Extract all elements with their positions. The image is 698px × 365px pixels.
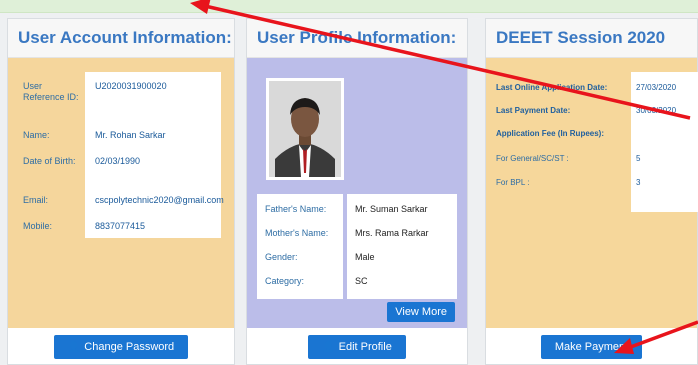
person-photo-icon	[269, 81, 341, 177]
field-label: Category:	[265, 276, 305, 286]
field-label: For BPL :	[496, 178, 530, 187]
user-account-card: User Account Information: User Reference…	[7, 18, 235, 365]
field-label: Gender:	[265, 252, 298, 262]
field-label: Mobile:	[23, 221, 53, 231]
field-label: Mother's Name:	[265, 228, 329, 238]
field-value: 27/03/2020	[636, 83, 677, 92]
field-value: 30/03/2020	[636, 106, 677, 115]
field-label: For General/SC/ST :	[496, 154, 569, 163]
field-value: cscpolytechnic2020@gmail.com	[95, 195, 224, 205]
field-label: Date of Birth:	[23, 156, 76, 166]
field-value: Male	[355, 252, 375, 262]
user-icon: 👤	[322, 342, 335, 353]
field-value: 3	[636, 178, 641, 187]
edit-profile-button[interactable]: 👤 Edit Profile	[308, 335, 406, 359]
card-title: User Profile Information:	[247, 19, 467, 58]
user-icon: 👤	[67, 342, 81, 353]
field-value: Mr. Rohan Sarkar	[95, 130, 166, 140]
field-label: Last Online Application Date:	[496, 83, 608, 92]
field-label: Last Payment Date:	[496, 106, 571, 115]
profile-photo	[266, 78, 344, 180]
field-value: U2020031900020	[95, 81, 167, 91]
make-payment-button[interactable]: Make Payment	[540, 335, 643, 359]
change-password-button[interactable]: 👤 Change Password	[53, 335, 189, 359]
field-label: Application Fee (In Rupees):	[496, 129, 605, 138]
view-more-button[interactable]: View More	[387, 302, 455, 322]
card-title: User Account Information:	[8, 19, 234, 58]
field-value: SC	[355, 276, 368, 286]
field-label: Father's Name:	[265, 204, 327, 214]
card-title: DEEET Session 2020	[486, 19, 697, 58]
session-card: DEEET Session 2020 Last Online Applicati…	[485, 18, 698, 365]
field-value: 8837077415	[95, 221, 146, 231]
user-profile-card: User Profile Information: Father's Name:	[246, 18, 468, 365]
field-value: Mr. Suman Sarkar	[355, 204, 428, 214]
field-value: 5	[636, 154, 641, 163]
field-value: Mrs. Rama Rarkar	[355, 228, 429, 238]
field-value: 02/03/1990	[95, 156, 141, 166]
field-label: User Reference ID:	[23, 81, 79, 102]
field-label: Name:	[23, 130, 50, 140]
field-label: Email:	[23, 195, 49, 205]
notice-bar	[0, 0, 698, 13]
